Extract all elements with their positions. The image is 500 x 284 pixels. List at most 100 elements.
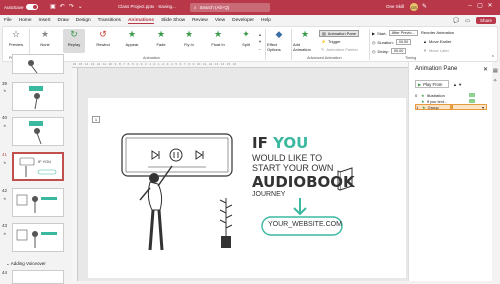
tab-slide-show[interactable]: Slide Show — [161, 18, 185, 23]
avatar[interactable]: OS — [410, 3, 418, 11]
play-from-button[interactable]: ▶ Play From — [415, 80, 449, 88]
effect-split-label: Split — [242, 42, 250, 47]
timeline-bar — [450, 105, 453, 109]
slide-thumbnail[interactable] — [12, 54, 64, 74]
rewind-icon: ↺ — [99, 28, 107, 39]
slide-thumbnail[interactable] — [12, 82, 64, 111]
effect-split[interactable]: ✦ Split — [235, 29, 257, 48]
designer-icon[interactable]: ✧ — [493, 78, 497, 84]
title-bar: AutoSave ▣ ↶ ↷ ⌄ Class Project.pptx · Sa… — [0, 0, 500, 15]
headline-line2: WOULD LIKE TO — [252, 153, 323, 163]
headline-if: IF — [252, 134, 274, 152]
slide-thumbnail[interactable] — [12, 117, 64, 146]
duration-field[interactable]: ◷ Duration: 00.50 — [372, 39, 412, 45]
slide-thumbnail[interactable] — [12, 270, 64, 284]
trigger-button[interactable]: ⚡ Trigger — [321, 39, 341, 44]
tab-animations[interactable]: Animations — [127, 18, 155, 24]
search-box[interactable]: ⌕ Search (Alt+Q) — [190, 3, 270, 12]
website-url: YOUR_WEBSITE.COM — [268, 221, 342, 228]
start-icon: ▶ — [372, 30, 376, 36]
present-icon[interactable]: ▭ — [465, 18, 470, 24]
slide-thumbnail[interactable] — [12, 188, 64, 217]
collapse-ribbon-icon[interactable]: ⌃ — [491, 55, 495, 61]
effect-options-button[interactable]: ◆ Effect Options — [267, 29, 291, 53]
duration-input[interactable]: 00.50 — [395, 39, 412, 45]
effect-none[interactable]: ★ None — [34, 29, 56, 48]
effect-float-in[interactable]: ★ Float In — [207, 29, 229, 48]
animation-pane-button[interactable]: ▤ Animation Pane — [319, 30, 360, 37]
tab-home[interactable]: Home — [19, 18, 32, 23]
comments-icon[interactable]: 💬 — [453, 18, 459, 24]
save-icon[interactable]: ▣ — [50, 3, 56, 10]
autosave-toggle[interactable] — [25, 4, 38, 10]
thumb-number: 41 — [2, 152, 8, 157]
tab-developer[interactable]: Developer — [232, 18, 254, 23]
move-later-button[interactable]: ▼ Move Later — [423, 48, 449, 53]
tab-transitions[interactable]: Transitions — [98, 18, 121, 23]
animation-pane: Animation Pane ✕ ▶ Play From ▲ ▼ 0 ★ Ill… — [408, 62, 492, 281]
slide-thumbnail-selected[interactable]: IF YOU — [12, 152, 64, 181]
add-animation-label: Add Animation — [293, 42, 311, 52]
tab-help[interactable]: Help — [261, 18, 271, 23]
undo-icon[interactable]: ↶ — [60, 3, 65, 10]
animation-star-icon: ★ — [3, 160, 7, 165]
timeline-bar — [469, 93, 475, 97]
reorder-label: Reorder Animation — [421, 30, 455, 35]
timeline-bar — [469, 99, 475, 103]
preview-label: Preview — [8, 42, 24, 47]
pen-icon[interactable]: ✎ — [422, 3, 427, 10]
share-button[interactable]: Share — [475, 17, 496, 24]
preview-button[interactable]: ☆ Preview — [5, 29, 27, 48]
customize-icon[interactable]: ⌄ — [78, 3, 83, 10]
add-animation-button[interactable]: ★ Add Animation — [293, 29, 317, 53]
thumb-illustration — [28, 60, 38, 74]
delay-field[interactable]: ◷ Delay: 00.00 — [372, 48, 407, 54]
star-icon: ★ — [421, 98, 425, 104]
maximize-icon[interactable]: ▢ — [475, 2, 485, 9]
tab-review[interactable]: Review — [192, 18, 208, 23]
redo-icon[interactable]: ↷ — [69, 3, 74, 10]
animation-painter-button[interactable]: ✎ Animation Painter — [321, 47, 358, 52]
animation-row-selected[interactable]: 1 ★ Group ▾ — [415, 104, 487, 110]
section-header[interactable]: ⌄ Adding Voiceover — [6, 261, 46, 267]
headline-audiobook: AUDIOBOOK — [252, 173, 355, 191]
row-dropdown-icon[interactable]: ▾ — [482, 105, 484, 110]
slide-editor: 16 · 15 · 14 · 13 · 12 · 11 · 10 · 9 · 8… — [72, 62, 408, 281]
start-field[interactable]: ▶ Start: After Previo... — [372, 30, 418, 36]
close-icon[interactable]: ✕ — [485, 2, 495, 9]
move-earlier-button[interactable]: ▲ Move Earlier — [423, 39, 451, 44]
appear-icon: ★ — [127, 28, 137, 39]
gallery-scroll[interactable]: ▲ ▼ ⌄ — [258, 31, 262, 52]
effect-fly-in[interactable]: ★ Fly In — [178, 29, 200, 48]
ribbon: ☆ Preview Preview ★ None ↻ Replay ↺ Rewi… — [2, 26, 498, 62]
slide-thumbnail[interactable] — [12, 223, 64, 252]
effect-replay[interactable]: ↻ Replay — [63, 29, 85, 53]
right-sidebar: ▤ ✧ — [492, 62, 500, 281]
effect-fade[interactable]: ★ Fade — [150, 29, 172, 48]
slide-canvas[interactable]: 1 IF YOU WOULD LIKE TO START YOUR OWN AU… — [88, 98, 406, 278]
tab-file[interactable]: File — [4, 18, 12, 23]
close-pane-icon[interactable]: ✕ — [483, 66, 488, 73]
pane-reorder-arrows[interactable]: ▲ ▼ — [453, 82, 462, 87]
effect-rewind[interactable]: ↺ Rewind — [92, 28, 114, 48]
animation-pane-icon: ▤ — [322, 31, 326, 36]
row-number: 0 — [415, 92, 418, 98]
row-name: Group — [427, 104, 439, 110]
effect-appear[interactable]: ★ Appear — [121, 28, 143, 48]
group-timing: Timing — [405, 56, 417, 60]
svg-text:IF YOU: IF YOU — [38, 159, 51, 164]
format-icon[interactable]: ▤ — [493, 68, 498, 74]
thumb-number: 40 — [2, 115, 8, 120]
thumb-number: 39 — [2, 81, 8, 86]
delay-input[interactable]: 00.00 — [390, 48, 407, 54]
start-select[interactable]: After Previo... — [388, 30, 418, 36]
trigger-icon: ⚡ — [321, 39, 326, 44]
autosave[interactable]: AutoSave — [4, 4, 38, 10]
row-number: 1 — [416, 104, 419, 110]
effect-fade-label: Fade — [156, 42, 166, 47]
tab-insert[interactable]: Insert — [39, 18, 51, 23]
tab-view[interactable]: View — [215, 18, 225, 23]
tab-design[interactable]: Design — [76, 18, 91, 23]
minimize-icon[interactable]: – — [465, 3, 475, 9]
tab-draw[interactable]: Draw — [58, 18, 69, 23]
